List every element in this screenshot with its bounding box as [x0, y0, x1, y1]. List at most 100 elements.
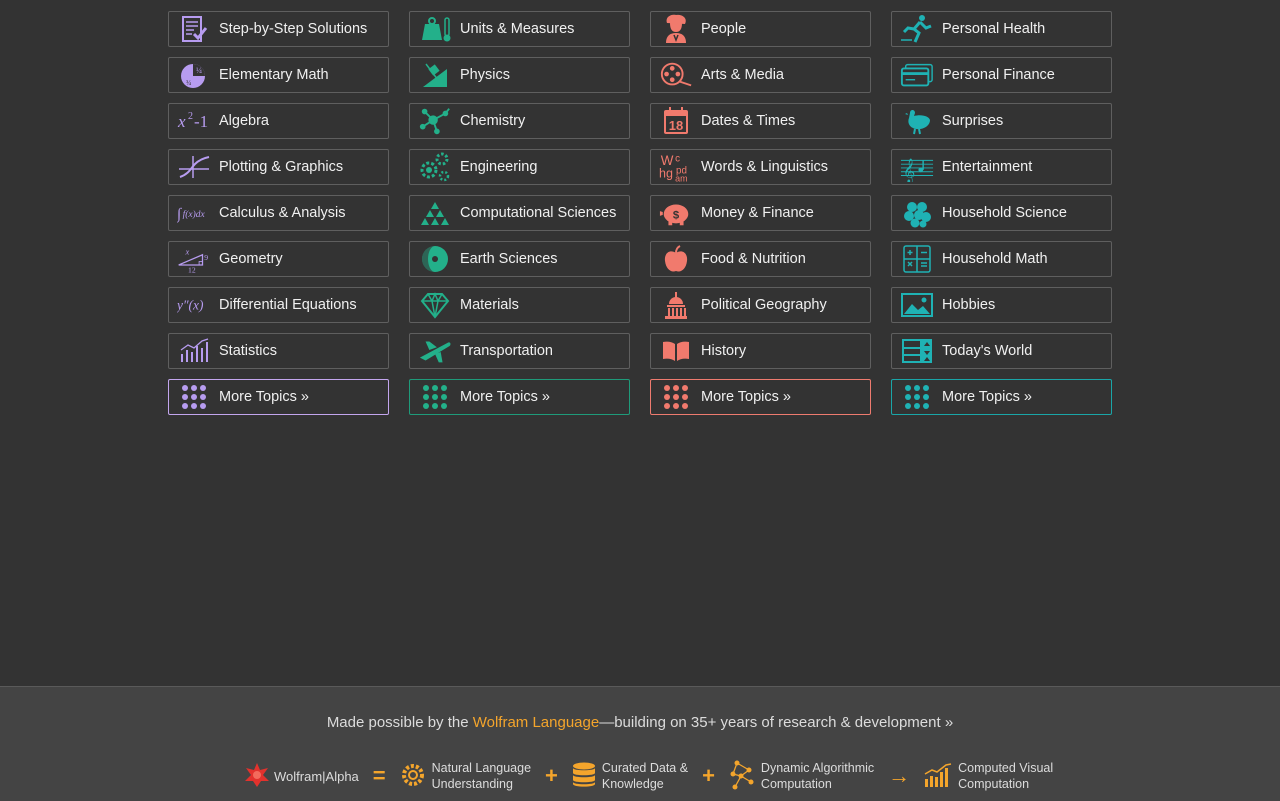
portrait-icon [659, 12, 693, 46]
tile-step-by-step[interactable]: Step-by-Step Solutions [168, 11, 389, 47]
brand-name: Wolfram|Alpha [274, 768, 359, 784]
tile-label: Earth Sciences [460, 251, 558, 267]
more-topics-science-button[interactable]: More Topics » [409, 379, 630, 415]
tile-engineering[interactable]: Engineering [409, 149, 630, 185]
tile-algebra[interactable]: x 2 -1 Algebra [168, 103, 389, 139]
step-line2: Computation [958, 777, 1030, 791]
tile-hobbies[interactable]: Hobbies [891, 287, 1112, 323]
tile-household-science[interactable]: Household Science [891, 195, 1112, 231]
tile-label: Calculus & Analysis [219, 205, 346, 221]
sierpinski-icon [418, 196, 452, 230]
tile-label: Surprises [942, 113, 1004, 129]
calendar-icon: 18 [659, 104, 693, 138]
tile-people[interactable]: People [650, 11, 871, 47]
step-natural-language: Natural Language Understanding [400, 760, 531, 792]
airplane-icon [418, 334, 452, 368]
column-math: Step-by-Step Solutions ¼¾ Elementary Mat… [168, 11, 389, 415]
tile-label: Computational Sciences [460, 205, 617, 221]
tile-label: People [701, 21, 747, 37]
tile-plotting[interactable]: Plotting & Graphics [168, 149, 389, 185]
film-reel-icon [659, 58, 693, 92]
tile-materials[interactable]: Materials [409, 287, 630, 323]
step-line2: Knowledge [601, 777, 664, 791]
dot-grid-icon [900, 380, 934, 414]
tile-label: Words & Linguistics [701, 159, 829, 175]
tile-statistics[interactable]: Statistics [168, 333, 389, 369]
tile-label: Entertainment [942, 159, 1033, 175]
incline-plane-icon [418, 58, 452, 92]
bar-trend-icon [177, 334, 211, 368]
credit-card-icon [900, 58, 934, 92]
tile-political-geography[interactable]: Political Geography [650, 287, 871, 323]
tile-surprises[interactable]: Surprises [891, 103, 1112, 139]
stock-board-icon [900, 334, 934, 368]
tile-label: History [701, 343, 747, 359]
tile-label: Materials [460, 297, 519, 313]
gears-icon [418, 150, 452, 184]
calendar-day: 18 [669, 118, 683, 133]
dot-grid-icon [418, 380, 452, 414]
tile-calculus[interactable]: ∫ f(x)dx Calculus & Analysis [168, 195, 389, 231]
more-topics-label: More Topics » [701, 389, 791, 405]
tile-words-linguistics[interactable]: Wc hg pd am Words & Linguistics [650, 149, 871, 185]
tile-personal-health[interactable]: Personal Health [891, 11, 1112, 47]
column-society: People Arts & Media 18 Dates & Times Wch… [650, 11, 871, 415]
step-dynamic-algorithmic: Dynamic Algorithmic Computation [729, 760, 874, 793]
pie-fraction-icon: ¼¾ [177, 58, 211, 92]
berries-icon [900, 196, 934, 230]
step-by-step-icon [177, 12, 211, 46]
tile-chemistry[interactable]: Chemistry [409, 103, 630, 139]
brand-cell: Wolfram|Alpha [244, 762, 359, 791]
tile-todays-world[interactable]: Today's World [891, 333, 1112, 369]
made-possible-line[interactable]: Made possible by the Wolfram Language—bu… [0, 714, 1280, 731]
tile-geometry[interactable]: x 9 12 Geometry [168, 241, 389, 277]
tile-label: Political Geography [701, 297, 827, 313]
tile-label: Units & Measures [460, 21, 575, 37]
tile-entertainment[interactable]: 𝄞 Entertainment [891, 149, 1112, 185]
tile-label: Step-by-Step Solutions [219, 21, 368, 37]
svg-text:¾: ¾ [186, 79, 191, 87]
tile-earth-sciences[interactable]: Earth Sciences [409, 241, 630, 277]
more-topics-math-button[interactable]: More Topics » [168, 379, 389, 415]
tile-elementary-math[interactable]: ¼¾ Elementary Math [168, 57, 389, 93]
topic-grid: Step-by-Step Solutions ¼¾ Elementary Mat… [168, 11, 1112, 415]
more-topics-everyday-button[interactable]: More Topics » [891, 379, 1112, 415]
tile-label: Chemistry [460, 113, 526, 129]
picture-icon [900, 288, 934, 322]
tile-label: Physics [460, 67, 510, 83]
triangle-icon: x 9 12 [177, 242, 211, 276]
plus-sign: + [702, 763, 715, 788]
svg-text:2: 2 [188, 111, 193, 122]
tile-label: Differential Equations [219, 297, 357, 313]
step-computed-visual: Computed Visual Computation [924, 760, 1053, 792]
apple-icon [659, 242, 693, 276]
svg-text:𝄞: 𝄞 [903, 158, 915, 182]
tile-label: Food & Nutrition [701, 251, 806, 267]
tile-label: Plotting & Graphics [219, 159, 344, 175]
tile-arts-media[interactable]: Arts & Media [650, 57, 871, 93]
svg-text:9: 9 [204, 253, 208, 262]
tile-history[interactable]: History [650, 333, 871, 369]
svg-text:-1: -1 [194, 112, 208, 131]
more-topics-society-button[interactable]: More Topics » [650, 379, 871, 415]
tile-label: Household Math [942, 251, 1048, 267]
tile-label: Geometry [219, 251, 283, 267]
tile-differential-equations[interactable]: y″(x) Differential Equations [168, 287, 389, 323]
tile-household-math[interactable]: Household Math [891, 241, 1112, 277]
tile-food-nutrition[interactable]: Food & Nutrition [650, 241, 871, 277]
tile-computational-sciences[interactable]: Computational Sciences [409, 195, 630, 231]
more-topics-label: More Topics » [219, 389, 309, 405]
tile-units-measures[interactable]: Units & Measures [409, 11, 630, 47]
equals-sign: = [372, 763, 386, 788]
wolfram-language-link[interactable]: Wolfram Language [473, 714, 599, 731]
piggy-bank-icon: $ [659, 196, 693, 230]
svg-text:y″(x): y″(x) [177, 297, 204, 312]
chicken-icon [900, 104, 934, 138]
tile-personal-finance[interactable]: Personal Finance [891, 57, 1112, 93]
tile-dates-times[interactable]: 18 Dates & Times [650, 103, 871, 139]
tile-transportation[interactable]: Transportation [409, 333, 630, 369]
tile-money-finance[interactable]: $ Money & Finance [650, 195, 871, 231]
svg-text:f(x)dx: f(x)dx [183, 209, 206, 220]
tile-label: Hobbies [942, 297, 996, 313]
tile-physics[interactable]: Physics [409, 57, 630, 93]
